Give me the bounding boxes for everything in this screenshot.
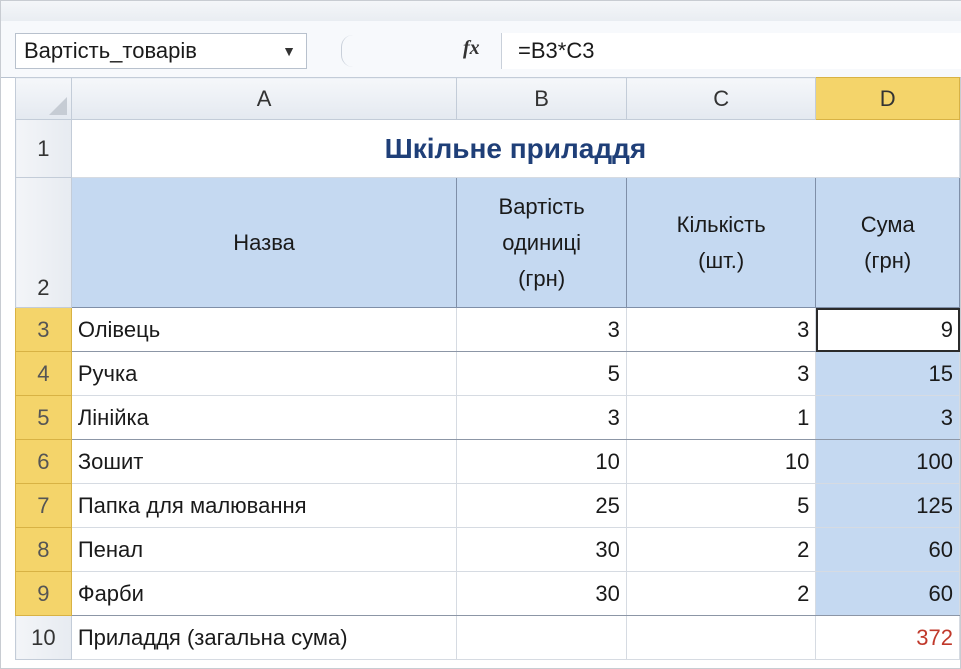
price-cell[interactable]: 3 [456,307,627,352]
row-header[interactable]: 9 [15,571,72,616]
column-header-b[interactable]: B [456,77,627,120]
item-name-cell[interactable]: Фарби [70,571,458,616]
column-header-c[interactable]: C [625,77,817,120]
empty-cell[interactable] [625,615,817,660]
item-name-cell[interactable]: Лінійка [70,395,458,440]
insert-function-icon[interactable]: fx [463,37,480,60]
name-box-value: Вартість_товарів [24,38,197,63]
price-cell[interactable]: 3 [456,395,627,440]
table-row: 6 Зошит 10 10 100 [15,439,960,484]
qty-cell[interactable]: 5 [625,483,817,528]
sum-cell[interactable]: 125 [815,483,960,528]
spreadsheet-window: Вартість_товарів ▼ fx =B3*C3 A B C D 1 Ш… [0,0,961,669]
item-name-cell[interactable]: Олівець [70,307,458,352]
item-name-cell[interactable]: Ручка [70,351,458,396]
item-name-cell[interactable]: Зошит [70,439,458,484]
price-cell[interactable]: 30 [456,527,627,572]
header-price-line: Вартість [498,193,585,219]
header-sum-line: (грн) [864,247,912,273]
column-header-d[interactable]: D [815,77,960,120]
header-price-cell[interactable]: Вартість одиниці (грн) [456,177,627,308]
row-header[interactable]: 3 [15,307,72,352]
header-price-line: (грн) [518,265,566,291]
sheet-grid: A B C D 1 Шкільне приладдя 2 Назва Варті… [15,77,961,660]
header-name-cell[interactable]: Назва [70,177,458,308]
row-header[interactable]: 10 [15,615,72,660]
empty-cell[interactable] [456,615,627,660]
header-sum-cell[interactable]: Сума (грн) [815,177,960,308]
header-qty-cell[interactable]: Кількість (шт.) [625,177,817,308]
total-row: 10 Приладдя (загальна сума) 372 [15,615,960,660]
qty-cell[interactable]: 3 [625,351,817,396]
sum-cell[interactable]: 60 [815,527,960,572]
qty-cell[interactable]: 3 [625,307,817,352]
name-box[interactable]: Вартість_товарів ▼ [15,33,307,69]
table-header-row: 2 Назва Вартість одиниці (грн) Кількість… [15,177,960,308]
column-headers: A B C D [15,77,960,120]
formula-separator [341,35,366,67]
formula-input[interactable]: =B3*C3 [501,33,961,69]
formula-bar: Вартість_товарів ▼ fx =B3*C3 [1,21,961,78]
row-header[interactable]: 6 [15,439,72,484]
table-row: 7 Папка для малювання 25 5 125 [15,483,960,528]
price-cell[interactable]: 10 [456,439,627,484]
total-sum-cell[interactable]: 372 [815,615,960,660]
table-row: 8 Пенал 30 2 60 [15,527,960,572]
item-name-cell[interactable]: Пенал [70,527,458,572]
price-cell[interactable]: 25 [456,483,627,528]
name-box-dropdown-icon[interactable]: ▼ [282,34,296,68]
sum-cell[interactable]: 15 [815,351,960,396]
item-name-cell[interactable]: Папка для малювання [70,483,458,528]
price-cell[interactable]: 30 [456,571,627,616]
header-qty-line: Кількість [676,211,766,237]
qty-cell[interactable]: 2 [625,527,817,572]
table-row: 5 Лінійка 3 1 3 [15,395,960,440]
sum-cell[interactable]: 100 [815,439,960,484]
row-header[interactable]: 8 [15,527,72,572]
sum-cell[interactable]: 60 [815,571,960,616]
qty-cell[interactable]: 1 [625,395,817,440]
row-header[interactable]: 1 [15,119,72,178]
row-header[interactable]: 7 [15,483,72,528]
column-header-a[interactable]: A [70,77,458,120]
qty-cell[interactable]: 10 [625,439,817,484]
table-row: 3 Олівець 3 3 9 [15,307,960,352]
table-row: 1 Шкільне приладдя [15,119,961,178]
price-cell[interactable]: 5 [456,351,627,396]
sum-cell[interactable]: 3 [815,395,960,440]
row-header[interactable]: 2 [15,177,72,308]
header-qty-line: (шт.) [698,247,745,273]
header-price-line: одиниці [502,229,582,255]
sum-cell-active[interactable]: 9 [815,307,960,352]
table-row: 4 Ручка 5 3 15 [15,351,960,396]
row-header[interactable]: 5 [15,395,72,440]
formula-text: =B3*C3 [518,38,595,63]
total-label-cell[interactable]: Приладдя (загальна сума) [70,615,458,660]
qty-cell[interactable]: 2 [625,571,817,616]
table-row: 9 Фарби 30 2 60 [15,571,960,616]
ribbon-edge [1,1,961,22]
sheet-title-cell[interactable]: Шкільне приладдя [70,119,961,178]
select-all-corner[interactable] [15,77,72,120]
header-sum-line: Сума [860,211,915,237]
row-header[interactable]: 4 [15,351,72,396]
